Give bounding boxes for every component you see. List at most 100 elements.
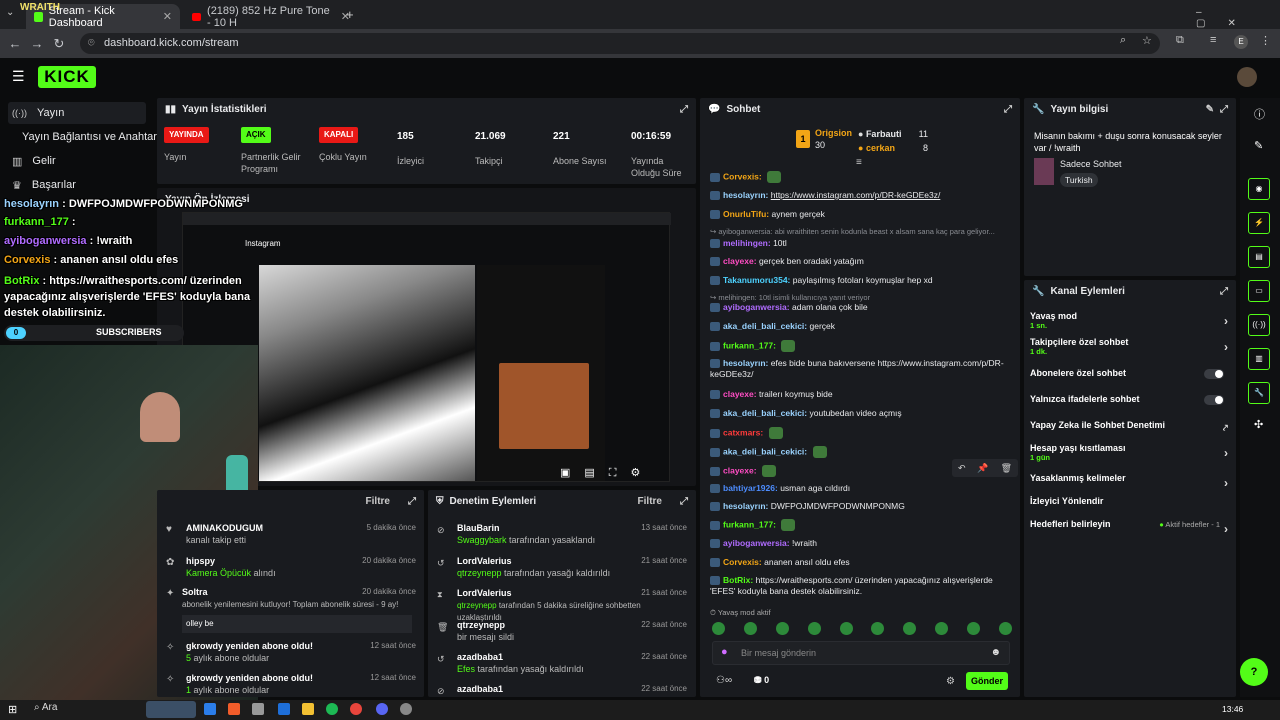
tools-icon[interactable]: 🔧 [1248,382,1270,404]
reply-icon[interactable]: ↶ [958,463,966,474]
chat-text[interactable]: https://www.instagram.com/p/DR-keGDEe3z/ [771,190,941,200]
send-button[interactable]: Gönder [966,672,1008,690]
chat-username[interactable]: melihingen: [723,238,771,248]
chat-username[interactable]: clayexe: [723,465,757,475]
emote-icon[interactable] [935,622,949,635]
bolt-icon[interactable]: ⚡ [1248,212,1270,234]
action-goals[interactable]: Hedefleri belirleyin ● Aktif hedefler - 1… [1030,519,1236,536]
support-icon[interactable]: ? [1240,658,1268,686]
expand-icon[interactable]: ⤢ [408,496,416,507]
emote-icon[interactable] [967,622,980,635]
chat-username[interactable]: aka_deli_bali_cekici: [723,321,807,331]
spotify-icon[interactable] [326,703,338,715]
taskbar-widget[interactable] [146,701,196,718]
back-icon[interactable]: ← [4,36,26,51]
action-followers-only[interactable]: Takipçilere özel sohbet 1 dk. › [1030,337,1236,356]
mic-icon[interactable]: ● [721,646,728,658]
windows-start-icon[interactable]: ⊞ [8,703,17,716]
chat-username[interactable]: Corvexis: [723,171,762,181]
taskbar-app-icon[interactable] [204,703,216,715]
taskbar-app-icon[interactable] [302,703,314,715]
action-subscribers-only[interactable]: Abonelere özel sohbet [1030,368,1236,379]
chat-username[interactable]: hesolayrın: [723,190,768,200]
chat-username[interactable]: furkann_177: [723,519,776,529]
chat-message[interactable]: OnurluTifu: aynem gerçek [710,209,1010,220]
leaderboard-collapse-icon[interactable]: ≡ [856,157,862,168]
close-icon[interactable]: ✕ [163,10,172,23]
profile-avatar[interactable]: E [1234,35,1248,49]
chat-username[interactable]: bahtiyar1926: [723,483,778,493]
reload-icon[interactable]: ↻ [48,36,70,52]
chat-settings-icon[interactable]: ⚙ [946,676,955,687]
pin-icon[interactable]: 📌 [977,463,988,474]
store-icon[interactable]: ▥ [1248,348,1270,370]
action-account-age[interactable]: Hesap yaşı kısıtlaması 1 gün › [1030,443,1236,462]
tab-search-icon[interactable]: ⌄ [6,7,14,18]
preview-controls[interactable]: ▣▤⛶⚙ [560,466,654,480]
chat-username[interactable]: aka_deli_bali_cekici: [723,446,807,456]
toggle-switch[interactable] [1204,395,1224,405]
chat-message[interactable]: bahtiyar1926: usman aga cıldırdı [710,483,1010,494]
sidebar-item-stream-key[interactable]: Yayın Bağlantısı ve Anahtarı [8,126,160,148]
chat-message[interactable]: ayiboganwersia: !wraith [710,538,1010,549]
chat-username[interactable]: ayiboganwersia: [723,302,790,312]
emote-icon[interactable] [775,622,789,635]
edit-icon[interactable]: ✎ [1254,139,1263,152]
chat-users-icon[interactable]: ⚇∞ [716,675,732,686]
chat-username[interactable]: hesolayrın: [723,358,768,368]
chat-message[interactable]: melihingen: 10tl [710,238,1010,249]
taskbar-app-icon[interactable] [252,703,264,715]
chat-message[interactable]: hesolayrın: efes bide buna bakıversene h… [710,358,1010,380]
kick-logo[interactable]: KICK [38,66,96,88]
new-tab-icon[interactable]: + [346,7,354,22]
extensions-icon[interactable]: ⧉ [1176,34,1184,47]
chat-username[interactable]: ↪ ayiboganwersia: abi wraithiten senin k… [710,227,995,236]
expand-icon[interactable]: ⤢ [680,104,688,115]
chat-message[interactable]: aka_deli_bali_cekici: gerçek [710,321,1010,332]
expand-icon[interactable]: ⤢ [1004,104,1012,115]
puzzle-icon[interactable]: ✣ [1254,418,1263,431]
chat-username[interactable]: BotRix: [723,575,753,585]
zoom-icon[interactable]: ⌕ [1120,34,1126,47]
chat-message[interactable]: clayexe: trailerı koymuş bide [710,389,1010,400]
chat-username[interactable]: catxmars: [723,427,763,437]
info-icon[interactable]: ⓘ [1254,106,1265,122]
delete-icon[interactable]: 🗑 [1001,463,1012,474]
chat-username[interactable]: aka_deli_bali_cekici: [723,408,807,418]
chat-message[interactable]: aka_deli_bali_cekici: [710,446,1010,458]
action-raid[interactable]: İzleyici Yönlendir [1030,496,1236,506]
chat-username[interactable]: ayiboganwersia: [723,538,790,548]
taskbar-app-icon[interactable] [278,703,290,715]
tab-youtube[interactable]: (2189) 852 Hz Pure Tone - 10 H ✕ [184,4,358,29]
expand-icon[interactable]: ⤢ [680,496,688,507]
chat-message[interactable]: Corvexis: [710,171,1010,183]
emote-icon[interactable] [998,622,1012,635]
chat-username[interactable]: furkann_177: [723,340,776,350]
forward-icon[interactable]: → [26,36,48,51]
url-field[interactable]: ⌾ dashboard.kick.com/stream [80,33,1160,54]
edit-icon[interactable]: ✎ [1206,104,1214,115]
chat-bubble-icon[interactable]: ▭ [1248,280,1270,302]
chat-username[interactable]: hesolayrın: [723,501,768,511]
user-avatar[interactable] [1237,67,1257,87]
emoji-icon[interactable]: ☻ [990,647,1001,658]
chat-message[interactable]: Takanumoru354: paylaşılmış fotoları koym… [710,275,1010,286]
chat-message[interactable]: BotRix: https://wraithesports.com/ üzeri… [710,575,1010,597]
emote-icon[interactable] [712,622,725,635]
site-info-icon[interactable]: ⌾ [88,33,95,54]
taskbar-search[interactable]: ⌕ Ara [34,702,57,713]
taskbar-app-icon[interactable] [400,703,412,715]
emote-icon[interactable] [871,622,885,635]
chat-username[interactable]: ↪ melihingen: 10tl isimli kullanıcıya ya… [710,293,870,302]
sidebar-item-achievements[interactable]: ♛ Başarılar [8,174,76,196]
chat-message[interactable]: hesolayrın: DWFPOJMDWFPODWNMPONMG [710,501,1010,512]
taskbar-app-icon[interactable] [228,703,240,715]
chat-message[interactable]: hesolayrın: https://www.instagram.com/p/… [710,190,1010,201]
action-ai-moderation[interactable]: Yapay Zeka ile Sohbet Denetimi ⤤ [1030,420,1236,433]
chat-username[interactable]: Takanumoru354: [723,275,790,285]
chat-username[interactable]: Corvexis: [723,557,762,567]
chat-message[interactable]: clayexe: gerçek ben oradaki yatağım [710,256,1010,267]
action-emotes-only[interactable]: Yalnızca ifadelerle sohbet [1030,394,1236,405]
sidebar-item-stream[interactable]: ((·)) Yayın [8,102,146,124]
window-controls[interactable]: –▢✕ [1196,7,1280,29]
